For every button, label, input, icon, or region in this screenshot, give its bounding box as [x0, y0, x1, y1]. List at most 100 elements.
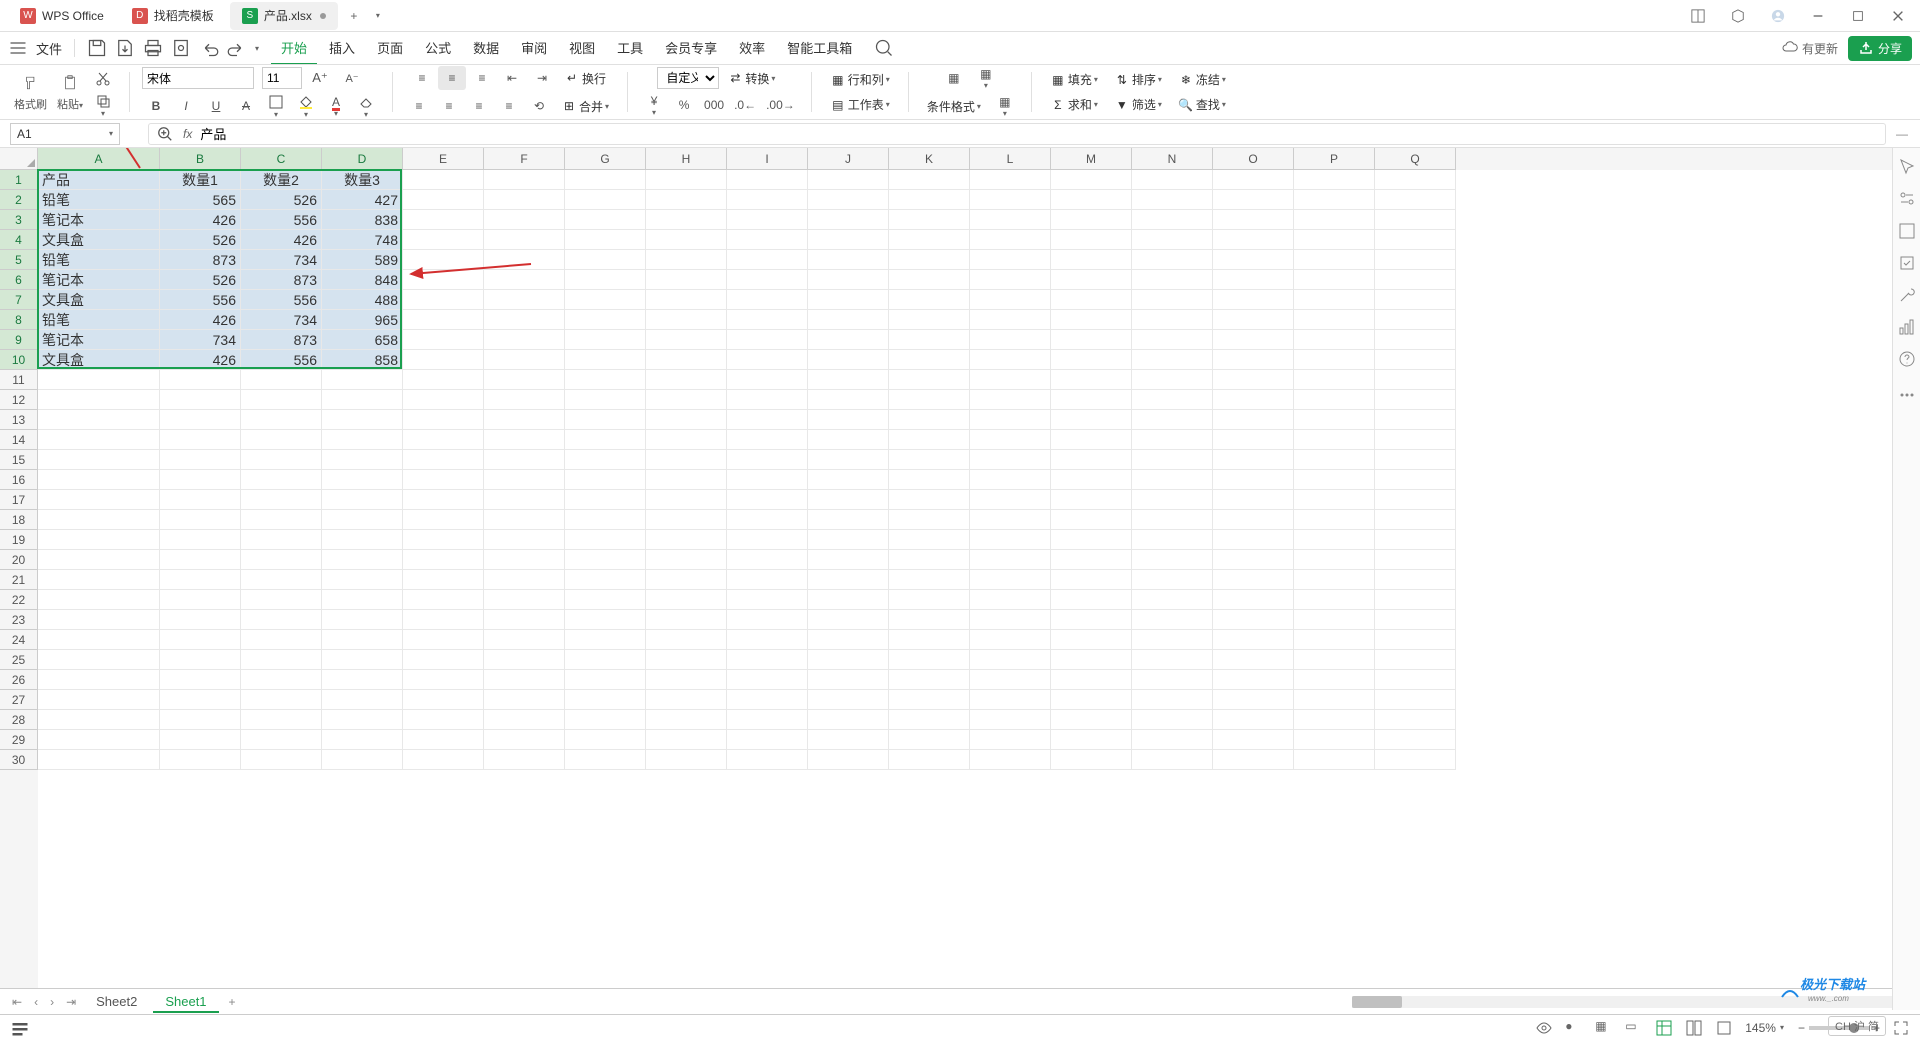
- cell[interactable]: [565, 590, 646, 610]
- cell[interactable]: [241, 470, 322, 490]
- column-header[interactable]: A: [38, 148, 160, 170]
- cell[interactable]: [889, 330, 970, 350]
- cell[interactable]: [889, 410, 970, 430]
- cell[interactable]: [1294, 210, 1375, 230]
- cell[interactable]: 426: [241, 230, 322, 250]
- add-tab-button[interactable]: +: [342, 4, 366, 28]
- sheet-nav-last[interactable]: ⇥: [62, 993, 80, 1011]
- cell[interactable]: [565, 530, 646, 550]
- cell[interactable]: [970, 390, 1051, 410]
- cell[interactable]: [403, 570, 484, 590]
- column-header[interactable]: K: [889, 148, 970, 170]
- cell[interactable]: [808, 730, 889, 750]
- cell[interactable]: [646, 430, 727, 450]
- cell[interactable]: [565, 470, 646, 490]
- cell[interactable]: [970, 750, 1051, 770]
- column-header[interactable]: D: [322, 148, 403, 170]
- cell[interactable]: [38, 750, 160, 770]
- cell[interactable]: [646, 170, 727, 190]
- row-header[interactable]: 18: [0, 510, 38, 530]
- cell[interactable]: [403, 670, 484, 690]
- filter-button[interactable]: ▼筛选▾: [1108, 94, 1168, 115]
- cell[interactable]: [241, 450, 322, 470]
- sheet-nav-first[interactable]: ⇤: [8, 993, 26, 1011]
- cell[interactable]: [1213, 410, 1294, 430]
- cell[interactable]: [38, 390, 160, 410]
- tab-formula[interactable]: 公式: [415, 32, 461, 65]
- cell[interactable]: [1294, 310, 1375, 330]
- cell[interactable]: [484, 670, 565, 690]
- cell[interactable]: [808, 290, 889, 310]
- cell[interactable]: [646, 750, 727, 770]
- copy-button[interactable]: ▾: [89, 93, 117, 117]
- print-preview-icon[interactable]: [171, 38, 191, 58]
- cell[interactable]: [970, 490, 1051, 510]
- help-icon[interactable]: [1898, 350, 1916, 368]
- cell[interactable]: [646, 450, 727, 470]
- cell[interactable]: [1294, 650, 1375, 670]
- cell[interactable]: [889, 450, 970, 470]
- sheet-tab[interactable]: Sheet2: [84, 990, 149, 1013]
- cell[interactable]: [1213, 490, 1294, 510]
- cell[interactable]: 858: [322, 350, 403, 370]
- cell[interactable]: [484, 230, 565, 250]
- cell[interactable]: 734: [160, 330, 241, 350]
- cell[interactable]: [808, 430, 889, 450]
- row-header[interactable]: 30: [0, 750, 38, 770]
- cell[interactable]: [160, 610, 241, 630]
- cell[interactable]: [646, 510, 727, 530]
- cell[interactable]: [1051, 410, 1132, 430]
- cell[interactable]: [727, 570, 808, 590]
- tab-page[interactable]: 页面: [367, 32, 413, 65]
- row-header[interactable]: 27: [0, 690, 38, 710]
- cell[interactable]: 848: [322, 270, 403, 290]
- cell[interactable]: [565, 730, 646, 750]
- cell[interactable]: [1051, 350, 1132, 370]
- cell[interactable]: [889, 190, 970, 210]
- cell[interactable]: [727, 690, 808, 710]
- cell[interactable]: [1051, 370, 1132, 390]
- cell[interactable]: [1294, 190, 1375, 210]
- cell[interactable]: [808, 710, 889, 730]
- orientation-button[interactable]: ⟲: [525, 94, 553, 118]
- cell[interactable]: [889, 470, 970, 490]
- search-icon[interactable]: [874, 38, 894, 58]
- cell[interactable]: [38, 690, 160, 710]
- cell[interactable]: [889, 630, 970, 650]
- cell[interactable]: 数量2: [241, 170, 322, 190]
- cell[interactable]: [889, 250, 970, 270]
- cell[interactable]: [1132, 450, 1213, 470]
- cell[interactable]: [38, 430, 160, 450]
- cell[interactable]: [1294, 350, 1375, 370]
- cell[interactable]: [38, 550, 160, 570]
- cell[interactable]: [727, 550, 808, 570]
- cell[interactable]: [241, 650, 322, 670]
- cell[interactable]: [160, 670, 241, 690]
- cell[interactable]: [484, 370, 565, 390]
- cell[interactable]: [889, 610, 970, 630]
- tab-view[interactable]: 视图: [559, 32, 605, 65]
- cell[interactable]: [38, 650, 160, 670]
- convert-button[interactable]: ⇄转换▾: [721, 67, 781, 89]
- cell[interactable]: [322, 750, 403, 770]
- cell[interactable]: [160, 730, 241, 750]
- cell[interactable]: 488: [322, 290, 403, 310]
- fullscreen-icon[interactable]: [1892, 1019, 1910, 1037]
- cell[interactable]: 965: [322, 310, 403, 330]
- cell[interactable]: [889, 750, 970, 770]
- file-menu[interactable]: 文件: [36, 39, 62, 58]
- cell[interactable]: [1132, 570, 1213, 590]
- cell[interactable]: [565, 510, 646, 530]
- cell[interactable]: [1132, 490, 1213, 510]
- cell[interactable]: [484, 710, 565, 730]
- cell[interactable]: [1051, 390, 1132, 410]
- cell[interactable]: [38, 450, 160, 470]
- cell[interactable]: [160, 750, 241, 770]
- find-button[interactable]: 🔍查找▾: [1172, 94, 1232, 115]
- cell[interactable]: [646, 370, 727, 390]
- backup-icon[interactable]: [1898, 254, 1916, 272]
- cell[interactable]: [970, 690, 1051, 710]
- cell[interactable]: [646, 390, 727, 410]
- cell[interactable]: [403, 710, 484, 730]
- cell[interactable]: [889, 510, 970, 530]
